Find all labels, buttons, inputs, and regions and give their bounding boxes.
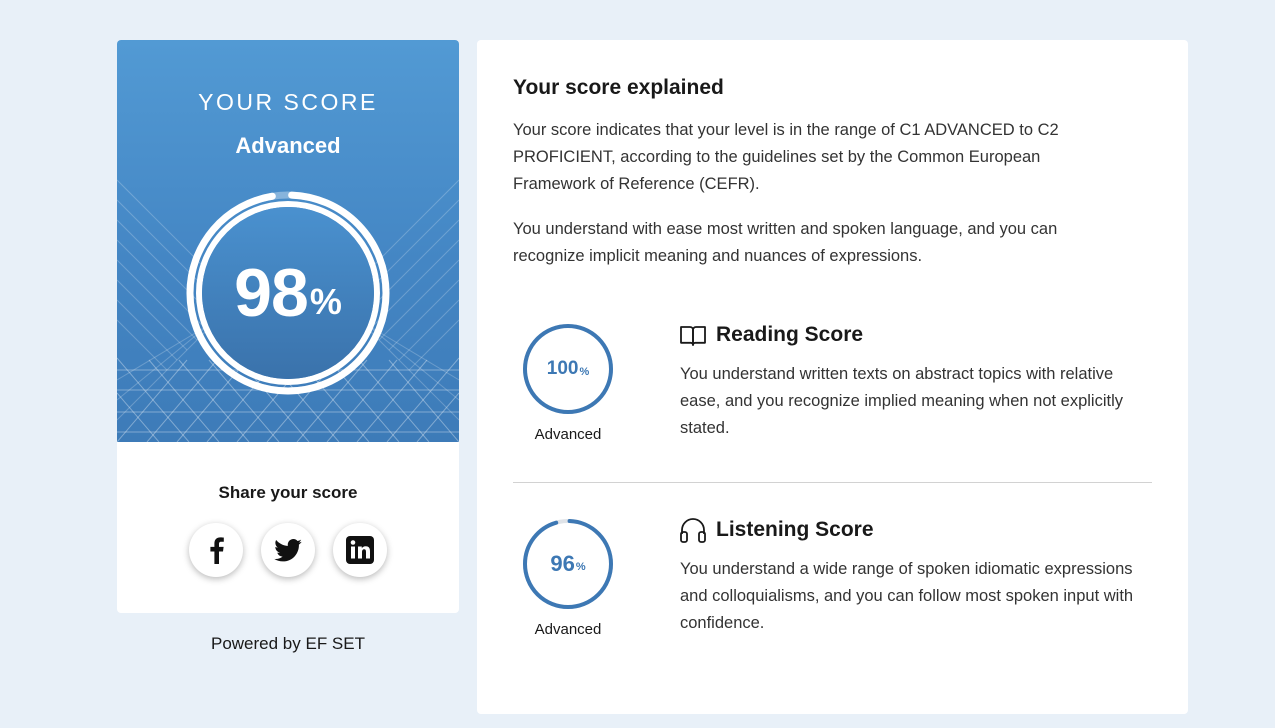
score-card: YOUR SCORE Advanced 98 % Share your scor…	[117, 40, 459, 613]
score-card-title: YOUR SCORE	[198, 89, 378, 115]
powered-by: Powered by EF SET	[210, 634, 365, 653]
reading-score-number: 100	[546, 358, 579, 379]
facebook-share-button[interactable]	[189, 523, 243, 577]
listening-score-unit: %	[575, 560, 586, 573]
reading-score-value: 100 %	[522, 323, 614, 415]
reading-score-unit: %	[579, 365, 590, 378]
listening-score-level: Advanced	[534, 621, 602, 638]
reading-score-title: Reading Score	[716, 323, 864, 346]
explanation-paragraph-2: You understand with ease most written an…	[513, 220, 1058, 265]
twitter-icon	[274, 538, 302, 561]
listening-score-title: Listening Score	[716, 518, 874, 541]
section-divider	[513, 482, 1152, 483]
twitter-share-button[interactable]	[261, 523, 315, 577]
reading-score-level: Advanced	[534, 426, 602, 443]
headphones-icon	[679, 517, 709, 543]
explanation-card: Your score explained Your score indicate…	[477, 40, 1188, 714]
linkedin-share-button[interactable]	[333, 523, 387, 577]
explanation-paragraph-1: Your score indicates that your level is …	[513, 121, 1059, 193]
listening-score-description: You understand a wide range of spoken id…	[680, 560, 1134, 632]
reading-score-heading: Reading Score	[679, 322, 863, 348]
overall-score-unit: %	[309, 281, 342, 322]
listening-score-number: 96	[550, 551, 575, 576]
book-icon	[679, 322, 709, 348]
overall-score-number: 98	[234, 255, 309, 331]
reading-score-description: You understand written texts on abstract…	[680, 365, 1124, 437]
score-level: Advanced	[235, 133, 341, 158]
linkedin-icon	[346, 536, 374, 564]
explanation-title: Your score explained	[513, 76, 724, 99]
overall-score-value: 98 %	[185, 190, 391, 396]
listening-score-value: 96 %	[522, 518, 614, 610]
score-hero: YOUR SCORE Advanced 98 %	[117, 40, 459, 442]
share-title: Share your score	[218, 483, 358, 502]
facebook-icon	[210, 537, 224, 564]
listening-score-heading: Listening Score	[679, 517, 874, 543]
